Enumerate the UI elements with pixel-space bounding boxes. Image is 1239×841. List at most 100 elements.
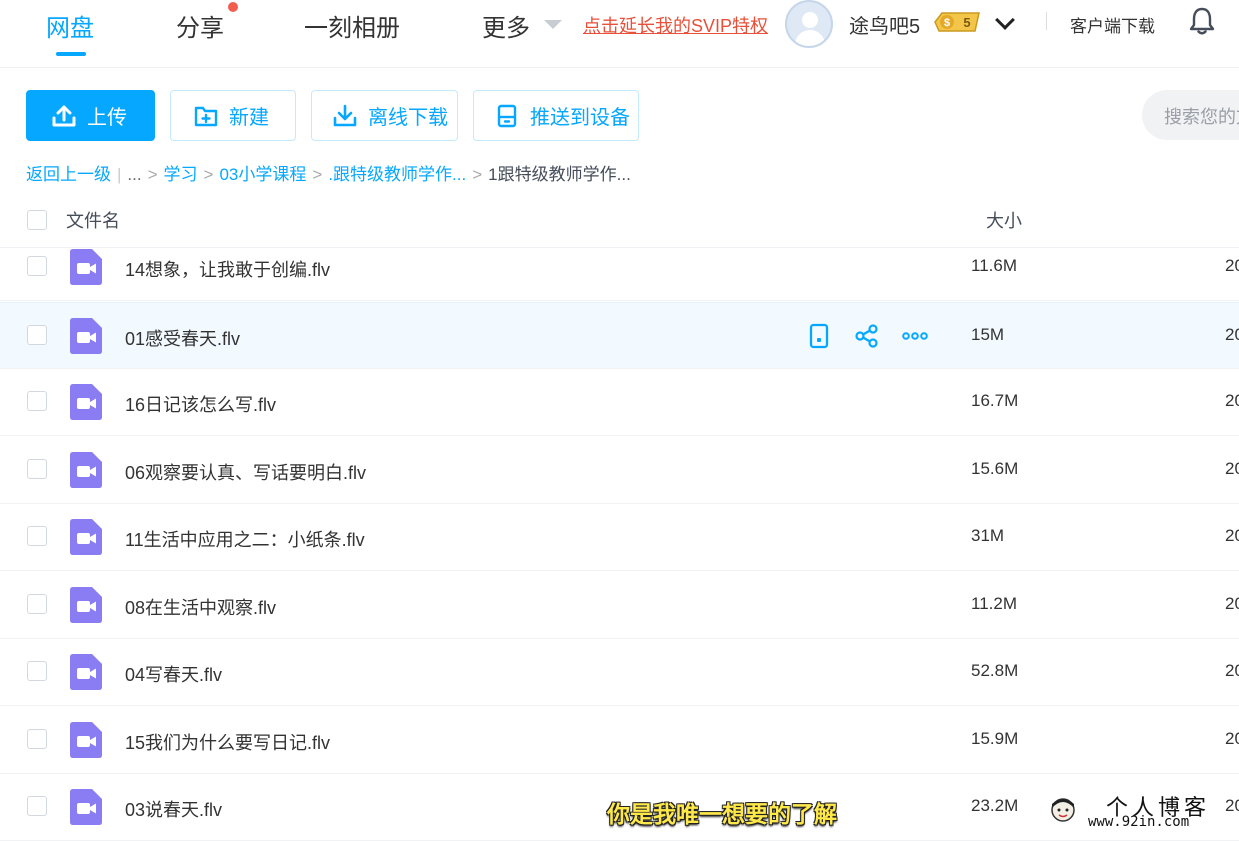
more-caret-icon[interactable] bbox=[544, 20, 562, 29]
watermark-logo-icon bbox=[1051, 798, 1075, 822]
push-to-device-button[interactable]: 推送到设备 bbox=[473, 90, 639, 141]
share-icon[interactable] bbox=[854, 323, 880, 349]
phone-icon[interactable] bbox=[806, 323, 832, 349]
row-checkbox[interactable] bbox=[27, 796, 47, 816]
row-checkbox[interactable] bbox=[27, 593, 47, 614]
nav-tab-album[interactable]: 一刻相册 bbox=[304, 8, 400, 43]
file-name[interactable]: 16日记该怎么写.flv bbox=[125, 391, 276, 417]
file-size: 52.8M bbox=[971, 661, 1019, 680]
breadcrumb-divider: | bbox=[117, 165, 122, 184]
file-date: 20 bbox=[1225, 593, 1239, 613]
file-date: 20 bbox=[1225, 391, 1239, 410]
avatar[interactable] bbox=[785, 0, 833, 48]
table-row[interactable]: 06观察要认真、写话要明白.flv 15.6M 20 bbox=[0, 437, 1239, 504]
video-subtitle: 你是我唯一想要的了解 bbox=[607, 801, 837, 827]
nav-tab-more[interactable]: 更多 bbox=[482, 8, 530, 43]
vip-level: 5 bbox=[963, 15, 970, 30]
file-date: 20 bbox=[1225, 256, 1239, 275]
new-folder-icon bbox=[194, 106, 218, 126]
row-checkbox[interactable] bbox=[27, 661, 47, 681]
search-input[interactable]: 搜索您的文件 bbox=[1142, 90, 1239, 140]
row-actions bbox=[806, 323, 936, 351]
video-file-icon bbox=[70, 249, 102, 285]
row-checkbox[interactable] bbox=[27, 391, 47, 411]
breadcrumb-item[interactable]: 学习 bbox=[164, 160, 198, 185]
file-name[interactable]: 11生活中应用之二：小纸条.flv bbox=[125, 526, 365, 552]
table-row[interactable]: 15我们为什么要写日记.flv 15.9M 20 bbox=[0, 707, 1239, 774]
nav-tab-share[interactable]: 分享 bbox=[176, 8, 224, 43]
file-size: 11.2M bbox=[971, 593, 1017, 613]
file-date: 20 bbox=[1225, 661, 1239, 680]
breadcrumb-separator: > bbox=[147, 165, 158, 184]
file-name[interactable]: 01感受春天.flv bbox=[125, 325, 240, 351]
breadcrumb: 返回上一级 |... > 学习 >03小学课程 > .跟特级教师学作... >1跟特级教师学作… bbox=[26, 160, 631, 185]
push-to-device-label: 推送到设备 bbox=[530, 107, 630, 129]
file-name[interactable]: 08在生活中观察.flv bbox=[125, 594, 276, 620]
breadcrumb-back-link[interactable]: 返回上一级 bbox=[26, 160, 111, 185]
username[interactable]: 途鸟吧5 bbox=[849, 10, 920, 39]
row-checkbox[interactable] bbox=[27, 728, 47, 749]
file-name[interactable]: 06观察要认真、写话要明白.flv bbox=[125, 459, 366, 485]
table-row[interactable]: 14想象，让我敢于创编.flv 11.6M 20 bbox=[0, 234, 1239, 301]
row-checkbox[interactable] bbox=[27, 526, 47, 546]
bell-icon[interactable] bbox=[1188, 6, 1216, 36]
select-all-checkbox[interactable] bbox=[27, 210, 47, 230]
table-row[interactable]: 16日记该怎么写.flv 16.7M 20 bbox=[0, 369, 1239, 436]
new-folder-button[interactable]: 新建 bbox=[170, 90, 296, 141]
video-file-icon bbox=[70, 519, 102, 555]
notification-dot bbox=[228, 2, 238, 12]
file-size: 15.9M bbox=[971, 728, 1019, 748]
breadcrumb-item[interactable]: 03小学课程 bbox=[219, 160, 306, 185]
table-row[interactable]: 08在生活中观察.flv 11.2M 20 bbox=[0, 572, 1239, 639]
file-date: 20 bbox=[1225, 728, 1239, 748]
row-checkbox[interactable] bbox=[27, 256, 47, 276]
file-name[interactable]: 14想象，让我敢于创编.flv bbox=[125, 256, 330, 282]
file-date: 20 bbox=[1225, 458, 1239, 478]
row-checkbox[interactable] bbox=[27, 324, 47, 345]
svg-text:$: $ bbox=[944, 17, 950, 29]
breadcrumb-item[interactable]: .跟特级教师学作... bbox=[328, 160, 466, 185]
file-size: 15M bbox=[971, 324, 1005, 344]
file-size: 16.7M bbox=[971, 391, 1019, 410]
chevron-down-icon[interactable] bbox=[995, 10, 1015, 30]
table-row[interactable]: 11生活中应用之二：小纸条.flv 31M 20 bbox=[0, 504, 1239, 571]
top-nav-bar: 网盘 分享 一刻相册 更多 点击延长我的SVIP特权 途鸟吧5 $ 5 客户端下… bbox=[0, 0, 1239, 68]
watermark-url: www.92in.com bbox=[1088, 814, 1190, 830]
file-size: 23.2M bbox=[971, 796, 1019, 815]
nav-tab-netdisk[interactable]: 网盘 bbox=[46, 8, 94, 43]
offline-download-button[interactable]: 离线下载 bbox=[311, 90, 458, 141]
breadcrumb-separator: > bbox=[203, 165, 214, 184]
offline-download-label: 离线下载 bbox=[368, 107, 448, 129]
file-size: 31M bbox=[971, 526, 1005, 545]
video-file-icon bbox=[70, 721, 102, 758]
file-date: 20 bbox=[1225, 526, 1239, 545]
breadcrumb-current: 1跟特级教师学作... bbox=[488, 165, 631, 184]
divider bbox=[1046, 12, 1047, 30]
row-checkbox[interactable] bbox=[27, 458, 47, 479]
table-row[interactable]: 01感受春天.flv 15M 20 bbox=[0, 301, 1239, 369]
video-file-icon bbox=[70, 654, 102, 690]
column-header-name[interactable]: 文件名 bbox=[66, 207, 120, 233]
more-options-icon[interactable] bbox=[902, 323, 928, 349]
download-icon bbox=[333, 104, 357, 126]
breadcrumb-separator: > bbox=[312, 165, 323, 184]
table-row[interactable]: 04写春天.flv 52.8M 20 bbox=[0, 639, 1239, 706]
file-date: 20 bbox=[1225, 324, 1239, 344]
svip-badge-icon: $ 5 bbox=[934, 12, 980, 32]
column-header-size[interactable]: 大小 bbox=[986, 207, 1022, 233]
video-file-icon bbox=[70, 586, 102, 623]
device-icon bbox=[497, 104, 517, 127]
file-name[interactable]: 04写春天.flv bbox=[125, 661, 222, 687]
file-size: 15.6M bbox=[971, 458, 1019, 478]
upload-button[interactable]: 上传 bbox=[26, 90, 155, 141]
file-name[interactable]: 03说春天.flv bbox=[125, 796, 222, 822]
new-folder-label: 新建 bbox=[229, 107, 269, 129]
file-name[interactable]: 15我们为什么要写日记.flv bbox=[125, 729, 330, 755]
svip-promo-link[interactable]: 点击延长我的SVIP特权 bbox=[583, 12, 768, 38]
video-file-icon bbox=[70, 384, 102, 420]
breadcrumb-separator: > bbox=[472, 165, 483, 184]
upload-button-label: 上传 bbox=[87, 107, 127, 129]
video-file-icon bbox=[70, 451, 102, 488]
breadcrumb-ellipsis[interactable]: ... bbox=[127, 165, 141, 185]
client-download-link[interactable]: 客户端下载 bbox=[1070, 12, 1155, 37]
